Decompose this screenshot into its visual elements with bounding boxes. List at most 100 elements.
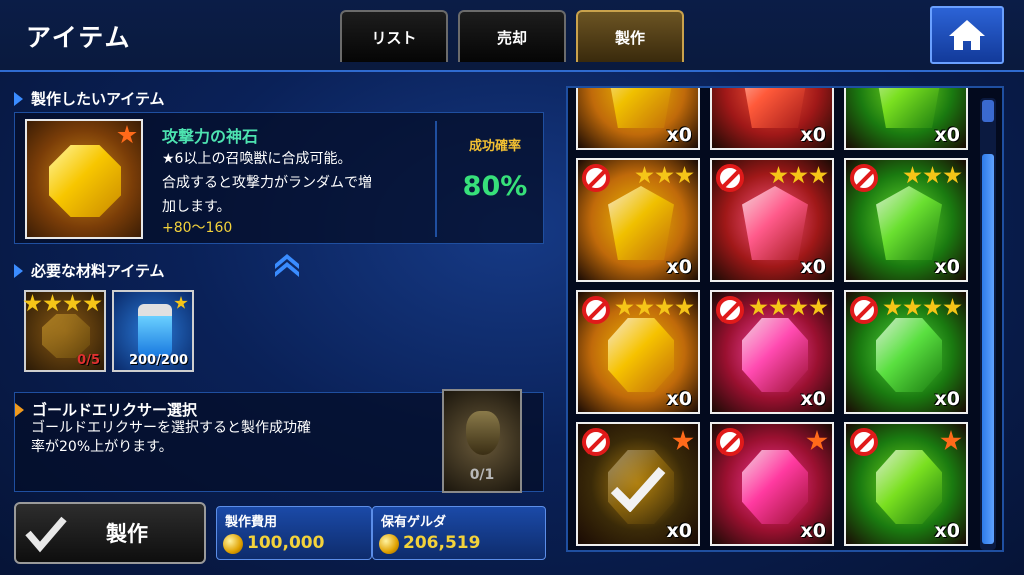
divider [435,121,437,237]
item-count: x0 [800,124,826,146]
rarity-stars [614,298,694,317]
item-name: 攻撃力の神石 [162,127,259,146]
scrollbar[interactable] [980,98,996,550]
item-count: x0 [666,388,692,410]
star-icon [23,294,42,312]
section-marker-icon [15,402,24,417]
star-icon [789,298,808,316]
target-item-panel: 攻撃力の神石 ★6以上の召喚獣に合成可能。 合成すると攻撃力がランダムで増 加し… [14,112,544,244]
item-count: x0 [666,520,692,542]
tab-label: 製作 [614,28,645,47]
locked-icon [582,296,610,324]
top-bar: アイテム リスト 売却 製作 [0,0,1024,72]
elixir-icon [466,411,500,455]
owned-gelda-label: 保有ゲルダ [381,515,447,530]
chevron-up-icon[interactable] [272,250,302,280]
star-icon [940,430,962,451]
locked-icon [582,428,610,456]
craft-button-label: 製作 [106,522,148,546]
star-icon [117,125,137,144]
item-count: x0 [800,256,826,278]
star-icon [749,298,768,316]
star-icon [635,298,654,316]
scroll-up-button[interactable] [982,100,994,122]
rarity-stars [22,294,102,313]
grid-item[interactable]: x0 [844,88,968,150]
star-icon [83,294,102,312]
material-grid[interactable]: x0 x0 x0 x0 x0 x0 x0 x0 x0 x0 x0 x0 [566,86,1004,552]
gem-icon [742,450,808,524]
owned-gelda-value: 206,519 [403,533,481,553]
rarity-stars [671,430,694,452]
section-label: 必要な材料アイテム [31,262,165,280]
home-button[interactable] [930,6,1004,64]
section-label: 製作したいアイテム [31,90,165,108]
target-item-image[interactable] [25,119,143,239]
tab-sell[interactable]: 売却 [458,10,566,62]
star-icon [903,166,922,184]
desc-line: ゴールドエリクサーを選択すると製作成功確 [31,420,311,436]
star-icon [943,298,962,316]
rarity-stars [634,166,694,185]
item-bonus: +80～160 [162,220,233,236]
grid-item[interactable]: x0 [576,158,700,282]
grid-item[interactable]: x0 [576,422,700,546]
star-icon [672,430,694,451]
craft-cost: 製作費用 100,000 [216,506,372,560]
rarity-stars [805,430,828,452]
star-icon [769,166,788,184]
star-icon [806,430,828,451]
grid-item[interactable]: x0 [576,290,700,414]
grid-item[interactable]: x0 [710,422,834,546]
craft-button[interactable]: 製作 [14,502,206,564]
locked-icon [582,164,610,192]
grid-item[interactable]: x0 [844,290,968,414]
gem-icon [742,88,808,128]
material-slot-potion[interactable]: 200/200 [112,290,194,372]
tab-craft[interactable]: 製作 [576,10,684,62]
check-icon [25,516,67,553]
rarity-stars [768,166,828,185]
grid-item[interactable]: x0 [844,422,968,546]
grid-item[interactable]: x0 [710,158,834,282]
item-count: x0 [800,388,826,410]
material-slot-stone[interactable]: 0/5 [22,290,106,372]
elixir-slot[interactable]: 0/1 [442,389,522,493]
star-icon [655,298,674,316]
coin-icon [223,534,243,554]
star-icon [615,298,634,316]
section-marker-icon [14,91,23,106]
elixir-title: ゴールドエリクサー選択 [15,399,197,420]
item-description: ★6以上の召喚獣に合成可能。 合成すると攻撃力がランダムで増 加します。 [162,147,442,219]
gem-icon [876,88,942,128]
craft-cost-value: 100,000 [247,533,325,553]
gem-icon [42,314,90,358]
section-materials: 必要な材料アイテム [14,260,165,281]
item-count: x0 [934,388,960,410]
star-icon [43,294,62,312]
star-icon [655,166,674,184]
locked-icon [716,164,744,192]
star-icon [903,298,922,316]
grid-item[interactable]: x0 [576,88,700,150]
gem-icon [608,318,674,392]
tab-list[interactable]: リスト [340,10,448,62]
scrollbar-thumb[interactable] [982,154,994,544]
item-count: x0 [800,520,826,542]
star-icon [809,298,828,316]
material-count: 0/5 [77,353,100,368]
grid-item[interactable]: x0 [844,158,968,282]
grid-item[interactable]: x0 [710,88,834,150]
check-icon [610,467,666,512]
item-count: x0 [934,520,960,542]
grid-item[interactable]: x0 [710,290,834,414]
gem-icon [742,318,808,392]
locked-icon [850,296,878,324]
elixir-count: 0/1 [469,467,495,483]
gem-icon [876,318,942,392]
star-icon [675,166,694,184]
tab-label: リスト [371,28,417,47]
gem-icon [608,186,674,260]
star-icon [174,296,188,309]
craft-cost-label: 製作費用 [225,515,278,530]
